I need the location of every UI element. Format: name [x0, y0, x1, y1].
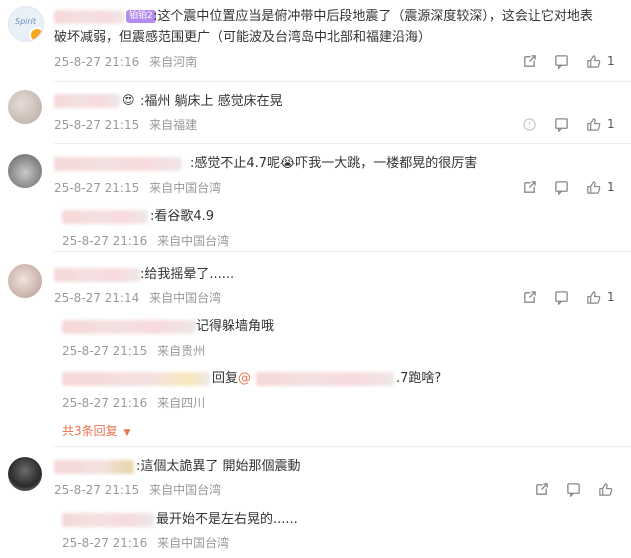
avatar[interactable]: [8, 154, 42, 188]
reply-meta: 25-8-27 21:16 来自四川: [62, 394, 205, 411]
like-count: 1: [607, 117, 615, 131]
like-icon[interactable]: [581, 51, 605, 71]
reply-meta: 25-8-27 21:16 来自中国台湾: [62, 232, 229, 249]
reply-source: 来自中国台湾: [157, 234, 230, 248]
reply-prefix: 回复: [212, 371, 239, 386]
comment-time: 25-8-27 21:16: [54, 55, 140, 69]
comment-item: :這個太詭異了 開始那個震動 25-8-27 21:15 来自中国台湾 最开始不…: [0, 447, 631, 558]
comment-time: 25-8-27 21:15: [54, 181, 140, 195]
comment-text: :感觉不止4.7呢😭吓我一大跳，一楼都晃的很厉害: [190, 156, 478, 171]
reply-time: 25-8-27 21:15: [62, 344, 148, 358]
comment-source: 来自中国台湾: [149, 181, 222, 195]
username[interactable]: [62, 372, 210, 386]
comment-time: 25-8-27 21:15: [54, 118, 140, 132]
username[interactable]: [54, 10, 124, 24]
comment-text: :福州 躺床上 感觉床在晃: [140, 94, 283, 109]
user-emoji: 😍: [122, 93, 135, 107]
comment-icon[interactable]: [549, 287, 573, 307]
reply-meta: 25-8-27 21:16 来自中国台湾: [62, 534, 229, 551]
comment-meta: 25-8-27 21:16 来自河南: [54, 53, 197, 70]
like-count: 1: [607, 54, 615, 68]
comment-meta: 25-8-27 21:15 来自福建: [54, 116, 197, 133]
comment-text-line: :这个震中位置应当是俯冲带中后段地震了（震源深度较深），这会让它对地表: [153, 9, 593, 24]
comment-source: 来自中国台湾: [149, 291, 222, 305]
username[interactable]: [62, 320, 196, 334]
user-badge: 铂铂2: [126, 10, 156, 23]
avatar[interactable]: [8, 457, 42, 491]
like-icon[interactable]: [593, 479, 617, 499]
username[interactable]: [62, 513, 154, 527]
comment-item: :感觉不止4.7呢😭吓我一大跳，一楼都晃的很厉害 25-8-27 21:15 来…: [0, 144, 631, 252]
comment-source: 来自福建: [149, 118, 198, 132]
reply-text-suffix: .7跑啥?: [396, 371, 442, 386]
share-icon[interactable]: [517, 51, 541, 71]
reply-text: 记得躲墙角哦: [196, 319, 275, 334]
like-count: 1: [607, 180, 615, 194]
username[interactable]: [62, 210, 148, 224]
like-icon[interactable]: [581, 287, 605, 307]
reply-text: 回复@: [212, 368, 251, 389]
reply-time: 25-8-27 21:16: [62, 234, 148, 248]
more-replies-label: 共3条回复: [62, 424, 118, 438]
avatar[interactable]: [8, 264, 42, 298]
chevron-down-icon: ▼: [123, 428, 131, 438]
more-replies-button[interactable]: 共3条回复 ▼: [62, 422, 130, 439]
share-icon[interactable]: [529, 479, 553, 499]
like-icon[interactable]: [581, 177, 605, 197]
username[interactable]: [54, 94, 120, 108]
share-icon[interactable]: [517, 114, 541, 134]
comment-time: 25-8-27 21:15: [54, 483, 140, 497]
reply-time: 25-8-27 21:16: [62, 396, 148, 410]
comment-meta: 25-8-27 21:15 来自中国台湾: [54, 481, 221, 498]
mention-name[interactable]: [256, 372, 394, 386]
comment-icon[interactable]: [549, 51, 573, 71]
reply-text: 最开始不是左右晃的......: [156, 512, 298, 527]
avatar[interactable]: [8, 90, 42, 124]
username[interactable]: [54, 460, 134, 474]
reply-source: 来自四川: [157, 396, 206, 410]
reply-mention[interactable]: @: [238, 371, 251, 386]
comment-actions: 1: [517, 114, 617, 134]
comment-actions: 1: [517, 177, 617, 197]
comment-item: 😍 :福州 躺床上 感觉床在晃 25-8-27 21:15 来自福建 1: [0, 82, 631, 144]
username[interactable]: [54, 268, 140, 282]
reply-source: 来自贵州: [157, 344, 206, 358]
reply-time: 25-8-27 21:16: [62, 536, 148, 550]
share-icon[interactable]: [517, 287, 541, 307]
reply-source: 来自中国台湾: [157, 536, 230, 550]
comment-source: 来自中国台湾: [149, 483, 222, 497]
comment-source: 来自河南: [149, 55, 198, 69]
comment-actions: 1: [517, 51, 617, 71]
comment-meta: 25-8-27 21:15 来自中国台湾: [54, 179, 221, 196]
comment-meta: 25-8-27 21:14 来自中国台湾: [54, 289, 221, 306]
comment-icon[interactable]: [561, 479, 585, 499]
like-icon[interactable]: [581, 114, 605, 134]
comment-text: :给我摇晕了......: [140, 267, 235, 282]
like-count: 1: [607, 290, 615, 304]
comment-time: 25-8-27 21:14: [54, 291, 140, 305]
share-icon[interactable]: [517, 177, 541, 197]
reply-text: :看谷歌4.9: [150, 209, 215, 224]
comment-actions: 1: [517, 287, 617, 307]
comment-text: :這個太詭異了 開始那個震動: [136, 459, 301, 474]
username[interactable]: [54, 157, 182, 171]
comment-icon[interactable]: [549, 114, 573, 134]
comment-icon[interactable]: [549, 177, 573, 197]
comment-actions: [529, 479, 617, 499]
comment-text-line: 破坏减弱，但震感范围更广（可能波及台湾岛中北部和福建沿海）: [54, 30, 432, 45]
comment-item: Spirit 铂铂2 :这个震中位置应当是俯冲带中后段地震了（震源深度较深），这…: [0, 0, 631, 82]
reply-meta: 25-8-27 21:15 来自贵州: [62, 342, 205, 359]
avatar[interactable]: Spirit: [8, 6, 44, 42]
comment-item: :给我摇晕了...... 25-8-27 21:14 来自中国台湾 1 记得躲墙…: [0, 252, 631, 447]
